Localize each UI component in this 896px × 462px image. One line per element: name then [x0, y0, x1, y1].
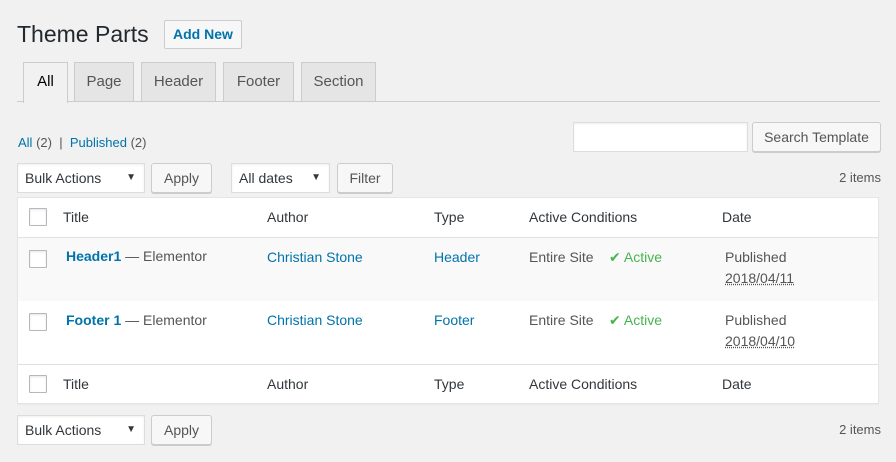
row-date-status: Published [725, 312, 787, 328]
row-active-label: Active [623, 312, 662, 328]
column-author-footer: Author [267, 376, 309, 392]
row-condition: Entire Site [529, 249, 594, 265]
table-row: Footer 1 — Elementor Christian Stone Foo… [18, 301, 878, 364]
column-conditions-footer: Active Conditions [529, 376, 638, 392]
status-views: All (2) | Published (2) [18, 135, 146, 150]
row-type-link[interactable]: Footer [434, 312, 474, 328]
search-template-button[interactable]: Search Template [752, 122, 881, 152]
row-title-link[interactable]: Footer 1 [66, 312, 121, 328]
type-tabs: All Page Header Footer Section [17, 62, 880, 103]
row-date: 2018/04/10 [725, 333, 796, 349]
column-conditions: Active Conditions [529, 209, 638, 225]
items-count-bottom: 2 items [839, 422, 881, 437]
view-all-link[interactable]: All [18, 135, 32, 150]
row-checkbox[interactable] [29, 313, 47, 331]
column-author: Author [267, 209, 309, 225]
caret-down-icon: ▼ [311, 172, 321, 183]
page-title: Theme Parts [17, 21, 149, 47]
dates-value: All dates [239, 170, 293, 186]
row-author-link[interactable]: Christian Stone [267, 249, 363, 265]
row-active-status: ✔ Active [609, 312, 662, 329]
tab-section[interactable]: Section [301, 62, 376, 101]
admin-page: Theme Parts Add New All Page Header Foot… [0, 0, 896, 462]
row-active-status: ✔ Active [609, 249, 662, 266]
filter-button[interactable]: Filter [337, 163, 393, 193]
table-row: Header1 — Elementor Christian Stone Head… [18, 238, 878, 301]
tab-footer[interactable]: Footer [223, 62, 294, 101]
checkmark-icon: ✔ [609, 249, 621, 265]
row-title-cell: Header1 — Elementor [66, 248, 207, 264]
column-title-sort[interactable]: Title [63, 209, 89, 225]
row-title-cell: Footer 1 — Elementor [66, 312, 207, 328]
tab-page[interactable]: Page [74, 62, 134, 101]
caret-down-icon: ▼ [126, 172, 136, 183]
bulk-actions-value: Bulk Actions [25, 422, 102, 438]
caret-down-icon: ▼ [126, 424, 136, 435]
row-author-link[interactable]: Christian Stone [267, 312, 363, 328]
column-title-sort-footer[interactable]: Title [63, 376, 89, 392]
table-footer: Title Author Type Active Conditions Date [18, 364, 878, 404]
items-count-top: 2 items [839, 170, 881, 185]
row-title-link[interactable]: Header1 [66, 248, 121, 264]
apply-button-bottom[interactable]: Apply [151, 415, 212, 445]
view-separator: | [59, 135, 63, 150]
row-date: 2018/04/11 [725, 270, 795, 286]
templates-table: Title Author Type Active Conditions Date… [17, 197, 879, 404]
add-new-button[interactable]: Add New [164, 20, 242, 49]
select-all-checkbox[interactable] [29, 208, 47, 226]
row-active-label: Active [623, 249, 662, 265]
row-date-status: Published [725, 249, 787, 265]
view-published-count: (2) [130, 135, 147, 150]
bulk-actions-select-bottom[interactable]: Bulk Actions ▼ [17, 415, 145, 445]
bulk-actions-select-top[interactable]: Bulk Actions ▼ [17, 163, 145, 193]
column-type-footer: Type [434, 376, 465, 392]
column-date-sort[interactable]: Date [722, 209, 752, 225]
bulk-actions-value: Bulk Actions [25, 170, 102, 186]
column-type: Type [434, 209, 465, 225]
search-input[interactable] [573, 122, 748, 152]
column-date-sort-footer[interactable]: Date [722, 376, 752, 392]
row-title-suffix: — Elementor [125, 312, 207, 328]
row-checkbox[interactable] [29, 250, 47, 268]
tab-header[interactable]: Header [141, 62, 216, 101]
select-all-checkbox-footer[interactable] [29, 375, 47, 393]
view-published-link[interactable]: Published [70, 135, 127, 150]
apply-button-top[interactable]: Apply [151, 163, 212, 193]
table-header: Title Author Type Active Conditions Date [18, 198, 878, 238]
tab-all[interactable]: All [23, 62, 68, 103]
row-title-suffix: — Elementor [125, 248, 207, 264]
checkmark-icon: ✔ [609, 312, 621, 328]
row-type-link[interactable]: Header [434, 249, 480, 265]
view-all-count: (2) [36, 135, 52, 150]
row-condition: Entire Site [529, 312, 594, 328]
dates-select[interactable]: All dates ▼ [231, 163, 330, 193]
